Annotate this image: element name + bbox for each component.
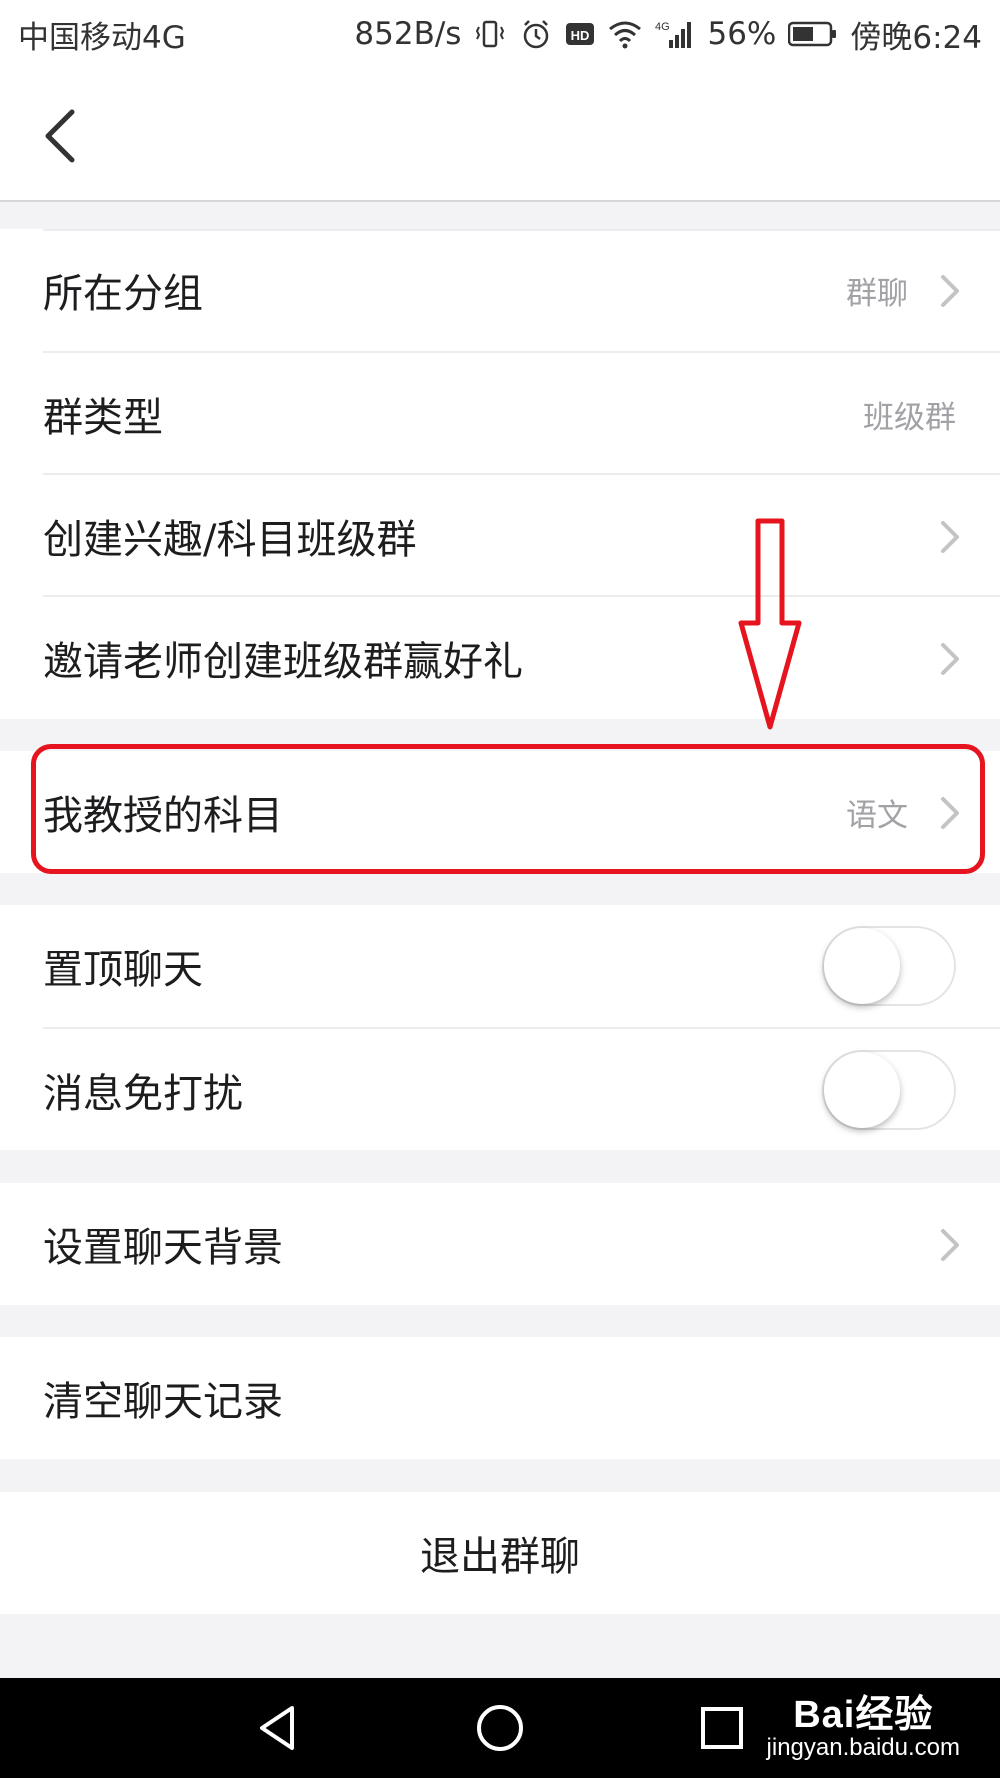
toggle-knob — [824, 1052, 900, 1128]
carrier-label: 中国移动4G — [18, 19, 186, 56]
exit-group-button[interactable]: 退出群聊 — [0, 1492, 1000, 1614]
chat-background-section: 设置聊天背景 — [0, 1183, 1000, 1305]
group-category-label: 所在分组 — [43, 271, 203, 317]
clear-history-label: 清空聊天记录 — [43, 1379, 283, 1425]
vibrate-icon — [473, 17, 507, 51]
baidu-jingyan-watermark: Bai经验 jingyan.baidu.com — [767, 1683, 960, 1762]
group-category-value: 群聊 — [846, 275, 908, 312]
invite-teacher-row[interactable]: 邀请老师创建班级群赢好礼 — [0, 597, 1000, 719]
pin-chat-toggle[interactable] — [822, 926, 956, 1006]
top-bar — [0, 68, 1000, 202]
clear-history-row[interactable]: 清空聊天记录 — [0, 1337, 1000, 1459]
annotation-highlight-box — [31, 744, 985, 874]
create-subject-group-label: 创建兴趣/科目班级群 — [43, 517, 417, 563]
group-category-row[interactable]: 所在分组 群聊 — [0, 229, 1000, 351]
chevron-left-icon — [45, 109, 75, 162]
chevron-right-icon — [941, 521, 959, 553]
chevron-right-icon — [941, 1229, 959, 1261]
clock: 傍晚6:24 — [850, 19, 982, 56]
clear-history-section: 清空聊天记录 — [0, 1337, 1000, 1459]
watermark-brand: Bai经验 — [793, 1694, 934, 1736]
pin-chat-label: 置顶聊天 — [43, 947, 203, 993]
toggle-knob — [824, 928, 900, 1004]
nav-home-icon[interactable] — [472, 1700, 528, 1756]
watermark-url: jingyan.baidu.com — [766, 1734, 960, 1761]
chevron-right-icon — [941, 275, 959, 307]
hd-icon: HD — [565, 19, 595, 49]
create-subject-group-row[interactable]: 创建兴趣/科目班级群 — [0, 475, 1000, 597]
mute-toggle[interactable] — [822, 1050, 956, 1130]
group-info-section: 所在分组 群聊 群类型 班级群 创建兴趣/科目班级群 邀请老师创建班级群赢好礼 — [0, 229, 1000, 719]
network-speed: 852B/s — [354, 16, 462, 52]
svg-text:4G: 4G — [655, 21, 670, 33]
group-type-value: 班级群 — [863, 399, 956, 436]
exit-group-label: 退出群聊 — [420, 1534, 580, 1580]
chat-options-section: 置顶聊天 消息免打扰 — [0, 905, 1000, 1150]
chevron-right-icon — [941, 643, 959, 675]
mute-label: 消息免打扰 — [43, 1071, 243, 1117]
wifi-icon — [607, 18, 643, 50]
battery-icon — [788, 20, 838, 48]
nav-recents-icon[interactable] — [694, 1700, 750, 1756]
back-button[interactable] — [40, 98, 100, 173]
status-bar: 中国移动4G 852B/s HD 4G 56% 傍晚6:24 — [0, 0, 1000, 68]
mute-row: 消息免打扰 — [0, 1029, 1000, 1151]
battery-percent: 56% — [707, 16, 777, 52]
pin-chat-row: 置顶聊天 — [0, 905, 1000, 1027]
signal-icon: 4G — [655, 18, 695, 50]
exit-group-section: 退出群聊 — [0, 1492, 1000, 1614]
annotation-arrow — [738, 518, 802, 730]
group-type-row: 群类型 班级群 — [0, 353, 1000, 475]
alarm-icon — [519, 17, 553, 51]
chat-background-row[interactable]: 设置聊天背景 — [0, 1183, 1000, 1305]
svg-text:HD: HD — [571, 28, 590, 43]
group-type-label: 群类型 — [43, 395, 163, 441]
chat-background-label: 设置聊天背景 — [43, 1225, 283, 1271]
invite-teacher-label: 邀请老师创建班级群赢好礼 — [43, 639, 523, 685]
nav-back-icon[interactable] — [250, 1700, 306, 1756]
